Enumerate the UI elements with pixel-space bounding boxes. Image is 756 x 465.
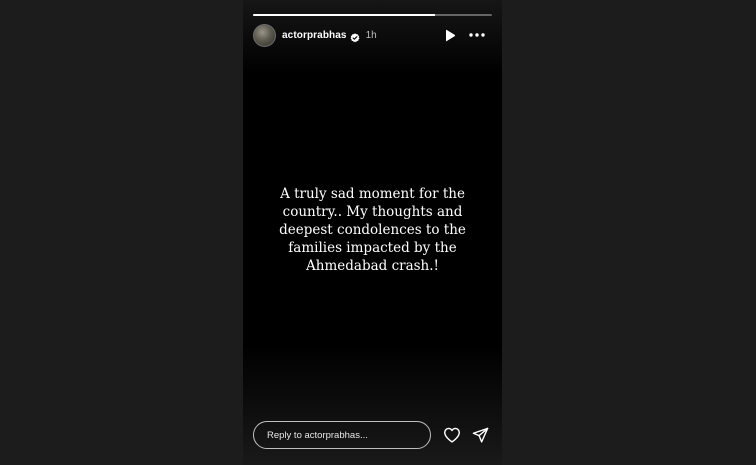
caption-line: Ahmedabad crash.! (306, 258, 439, 274)
header-actions (442, 27, 492, 43)
more-options-icon (469, 33, 485, 37)
username[interactable]: actorprabhas (282, 30, 347, 41)
like-button[interactable] (443, 426, 461, 444)
play-icon (446, 29, 456, 41)
caption-line: A truly sad moment for the (280, 186, 465, 202)
story-header: actorprabhas 1h (253, 23, 492, 47)
story-viewer[interactable]: actorprabhas 1h A truly sad moment for t… (243, 0, 502, 465)
caption-line: deepest condolences to the (279, 222, 466, 238)
story-caption: A truly sad moment for the country.. My t… (263, 185, 482, 275)
more-options-button[interactable] (468, 27, 486, 43)
share-button[interactable] (471, 426, 489, 444)
avatar[interactable] (253, 23, 276, 47)
paper-plane-icon (472, 427, 488, 443)
heart-icon (443, 427, 460, 443)
verified-badge-icon (350, 30, 360, 43)
post-time: 1h (365, 29, 377, 41)
play-button[interactable] (442, 27, 458, 43)
story-progress-bar (253, 14, 492, 16)
caption-line: families impacted by the (288, 240, 457, 256)
story-progress-fill (253, 14, 435, 16)
caption-line: country.. My thoughts and (282, 204, 463, 220)
reply-input[interactable] (253, 421, 431, 449)
story-footer (253, 420, 498, 450)
